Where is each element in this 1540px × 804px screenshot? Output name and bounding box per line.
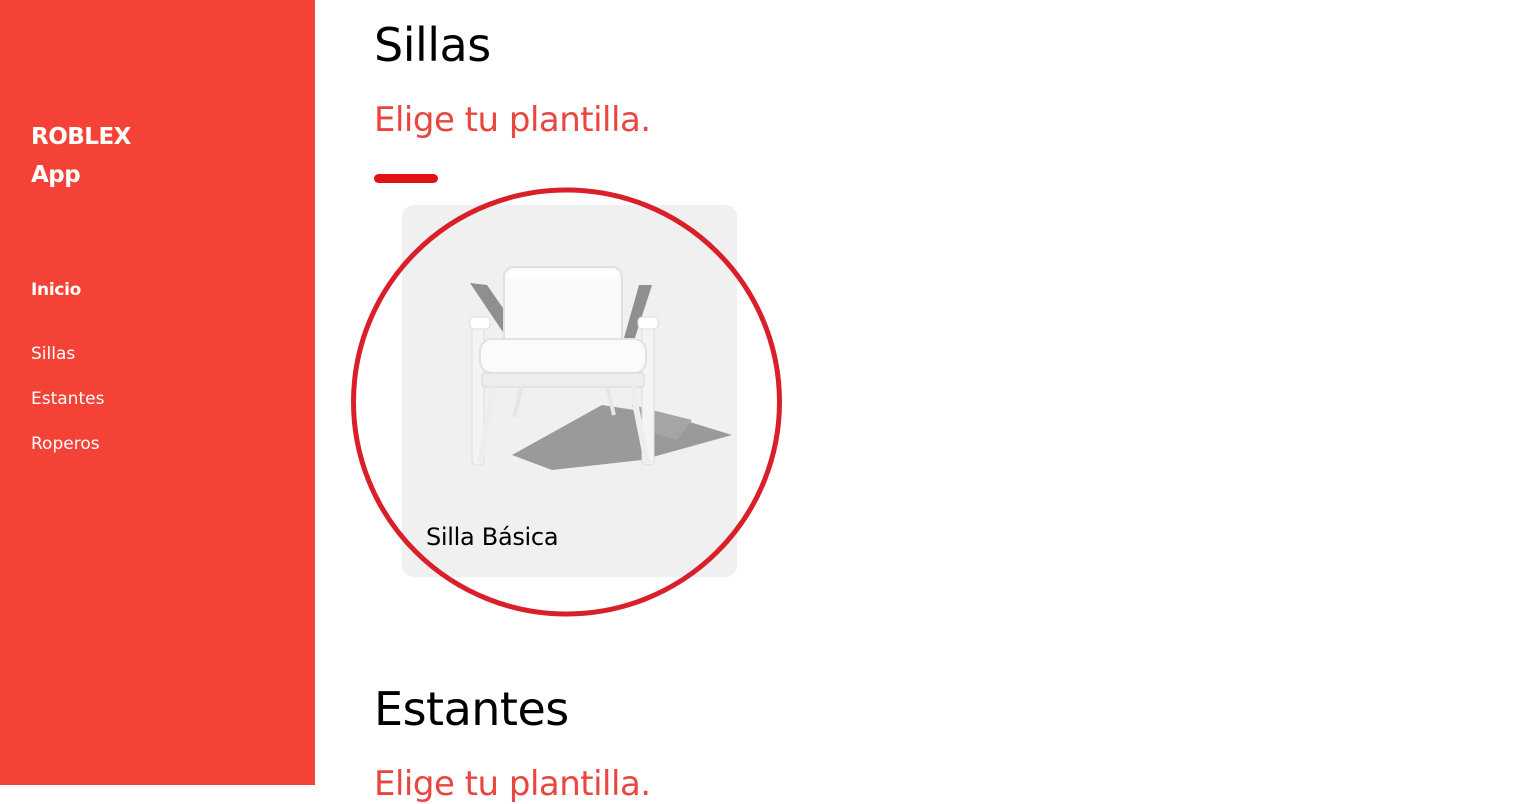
nav-list: Sillas Estantes Roperos — [31, 342, 104, 477]
nav-item-roperos[interactable]: Roperos — [31, 432, 104, 456]
brand-line-2: App — [31, 162, 81, 188]
template-card-silla-basica[interactable]: Silla Básica — [402, 205, 737, 577]
nav-item-sillas[interactable]: Sillas — [31, 342, 104, 366]
section-subtitle-estantes: Elige tu plantilla. — [374, 764, 651, 804]
section-subtitle-sillas: Elige tu plantilla. — [374, 100, 651, 140]
section-title-sillas: Sillas — [374, 18, 491, 72]
main-content: Sillas Elige tu plantilla. Silla Básica … — [374, 0, 1474, 804]
card-label: Silla Básica — [426, 523, 559, 551]
armchair-image — [469, 266, 732, 470]
section-title-estantes: Estantes — [374, 682, 569, 736]
section-underline — [374, 174, 438, 183]
nav-item-inicio[interactable]: Inicio — [31, 280, 81, 300]
brand-line-1: ROBLEX — [31, 124, 131, 150]
brand-logo[interactable]: ROBLEX App — [31, 118, 131, 194]
nav-item-estantes[interactable]: Estantes — [31, 387, 104, 411]
sidebar: ROBLEX App Inicio Sillas Estantes Ropero… — [0, 0, 315, 785]
